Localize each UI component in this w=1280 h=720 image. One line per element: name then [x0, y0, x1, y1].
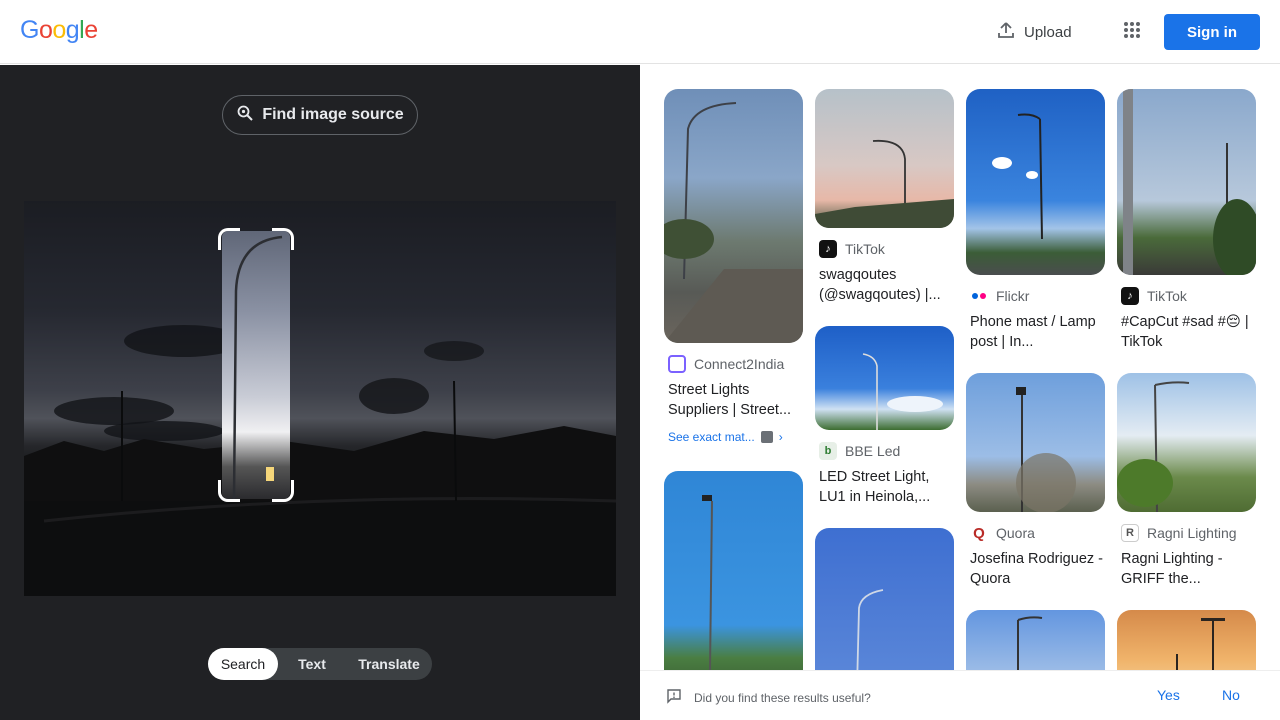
top-bar: Google Upload Sign in	[0, 0, 1280, 64]
result-source[interactable]: Flickr	[970, 286, 1029, 306]
upload-button[interactable]: Upload	[986, 14, 1082, 50]
result-source-name: Ragni Lighting	[1147, 525, 1237, 541]
feedback-yes-button[interactable]: Yes	[1157, 687, 1180, 703]
lens-search-icon	[236, 104, 254, 127]
logo-letter: o	[38, 16, 53, 44]
result-source-name: Connect2India	[694, 356, 785, 372]
result-source-name: Flickr	[996, 288, 1030, 304]
result-thumbnail[interactable]	[815, 528, 954, 670]
mode-switcher: Search Text Translate	[208, 648, 432, 680]
flickr-favicon-icon	[970, 287, 988, 305]
result-title[interactable]: Street Lights Suppliers | Street...	[668, 380, 803, 420]
result-thumbnail[interactable]	[1117, 89, 1256, 275]
result-title[interactable]: Phone mast / Lamp post | In...	[970, 312, 1105, 352]
apps-button[interactable]	[1114, 14, 1150, 50]
result-source[interactable]: Q Quora	[970, 523, 1035, 543]
result-source[interactable]: Connect2India	[668, 354, 784, 374]
result-thumbnail[interactable]	[664, 471, 803, 670]
mode-search-tab[interactable]: Search	[208, 648, 278, 680]
query-photo	[24, 201, 616, 596]
result-thumbnail[interactable]	[966, 89, 1105, 275]
mode-translate-tab[interactable]: Translate	[346, 648, 432, 680]
result-source-name: BBE Led	[845, 443, 901, 459]
result-thumbnail[interactable]	[966, 373, 1105, 512]
result-title[interactable]: Ragni Lighting - GRIFF the...	[1121, 549, 1256, 589]
query-image-panel: Find image source Search Text Translate	[0, 65, 640, 720]
result-thumbnail[interactable]	[664, 89, 803, 343]
find-image-source-label: Find image source	[262, 106, 404, 123]
result-title[interactable]: #CapCut #sad #😔 | TikTok	[1121, 312, 1256, 352]
logo-letter: G	[20, 16, 39, 44]
chevron-right-icon: ›	[778, 430, 783, 444]
bbe-led-favicon-icon: b	[819, 442, 837, 460]
result-thumbnail[interactable]	[966, 610, 1105, 670]
exact-match-thumbnail	[760, 431, 773, 443]
upload-icon	[996, 20, 1016, 44]
feedback-no-button[interactable]: No	[1222, 687, 1240, 703]
result-title[interactable]: Josefina Rodriguez - Quora	[970, 549, 1105, 589]
crop-handle-top-right[interactable]	[272, 228, 294, 250]
google-logo[interactable]: Google	[20, 16, 98, 45]
result-source[interactable]: ♪ TikTok	[819, 239, 885, 259]
feedback-bar: Did you find these results useful? Yes N…	[640, 670, 1280, 720]
upload-label: Upload	[1024, 23, 1072, 41]
ragni-lighting-favicon-icon: R	[1121, 524, 1139, 542]
result-thumbnail[interactable]	[1117, 373, 1256, 512]
result-thumbnail[interactable]	[815, 326, 954, 430]
sign-in-button[interactable]: Sign in	[1164, 14, 1260, 50]
result-source[interactable]: R Ragni Lighting	[1121, 523, 1237, 543]
selection-region[interactable]	[222, 231, 290, 499]
see-exact-matches-link[interactable]: See exact mat... ›	[668, 430, 783, 444]
mode-text-tab[interactable]: Text	[278, 648, 346, 680]
result-source[interactable]: ♪ TikTok	[1121, 286, 1187, 306]
logo-letter: g	[65, 16, 80, 44]
result-source[interactable]: b BBE Led	[819, 441, 900, 461]
result-source-name: TikTok	[1147, 288, 1187, 304]
crop-handle-bottom-right[interactable]	[272, 480, 294, 502]
quora-favicon-icon: Q	[970, 524, 988, 542]
see-exact-matches-label: See exact mat...	[668, 430, 755, 444]
result-title[interactable]: LED Street Light, LU1 in Heinola,...	[819, 467, 954, 507]
result-thumbnail[interactable]	[815, 89, 954, 228]
crop-handle-bottom-left[interactable]	[218, 480, 240, 502]
connect2india-favicon-icon	[668, 355, 686, 373]
result-thumbnail[interactable]	[1117, 610, 1256, 670]
photo-dim-overlay	[24, 201, 616, 596]
find-image-source-button[interactable]: Find image source	[222, 95, 418, 135]
logo-letter: e	[84, 16, 98, 44]
apps-grid-icon	[1123, 21, 1141, 44]
tiktok-favicon-icon: ♪	[1121, 287, 1139, 305]
logo-letter: o	[52, 16, 66, 44]
result-title[interactable]: swagqoutes (@swagqoutes) |...	[819, 265, 954, 305]
result-source-name: Quora	[996, 525, 1035, 541]
feedback-question-text: Did you find these results useful?	[694, 690, 871, 705]
feedback-question: Did you find these results useful?	[666, 688, 871, 707]
feedback-icon	[666, 688, 682, 707]
crop-handle-top-left[interactable]	[218, 228, 240, 250]
result-source-name: TikTok	[845, 241, 885, 257]
visual-matches-panel: Connect2India Street Lights Suppliers | …	[640, 65, 1280, 670]
tiktok-favicon-icon: ♪	[819, 240, 837, 258]
